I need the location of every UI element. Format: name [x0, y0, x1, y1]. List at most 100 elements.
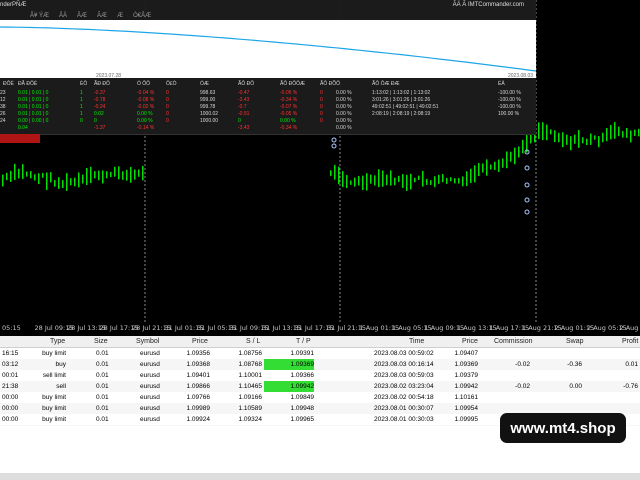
panel-tab-2[interactable]: ÂÆ [77, 13, 87, 19]
order-cell-cur-price: 1.09407 [454, 350, 479, 357]
alert-marker [0, 134, 40, 143]
candle [122, 171, 124, 180]
col-price[interactable]: Price [192, 338, 208, 345]
stats-header-4: Ó ÔÔ [137, 81, 151, 87]
order-cell-type: buy [55, 361, 66, 368]
candle [550, 129, 552, 135]
stats-header-2: ÈÔ [80, 81, 88, 87]
candle [2, 174, 4, 187]
stats-cell: -0.05 % [280, 111, 298, 117]
order-cell-symbol: eurusd [140, 361, 160, 368]
stats-header-9: ÃÔ ÐÕÔ [320, 81, 341, 87]
order-cell-tp: 1.09391 [290, 350, 315, 357]
candle [414, 177, 416, 183]
stats-cell: 0 [166, 111, 169, 117]
candle [638, 128, 640, 137]
time-axis-label: 2 Aug 09:15 [619, 324, 640, 332]
candle [54, 180, 56, 187]
stats-cell: -0.34 % [280, 97, 298, 103]
stats-cell: -3.43 [238, 97, 250, 103]
col-symbol[interactable]: Symbol [136, 338, 159, 345]
order-row[interactable]: 00:00 buy limit 0.01 eurusd 1.09766 1.09166 1.… [0, 392, 640, 403]
candle [458, 178, 460, 184]
stats-cell: 0 [166, 118, 169, 124]
order-row[interactable]: 16:15 buy limit 0.01 eurusd 1.09356 1.08756 1.… [0, 348, 640, 359]
order-cell-tp: 1.09948 [290, 405, 315, 412]
order-row[interactable]: 03:12 buy 0.01 eurusd 1.09368 1.08768 1.09369 2… [0, 359, 640, 370]
stats-cell: 0.01 | 0.01 | 0 [18, 104, 49, 110]
candle [406, 174, 408, 191]
stats-cell: 1 [80, 111, 83, 117]
order-cell-ticket: 00:00 [2, 394, 19, 401]
stats-cell: 0 [320, 97, 323, 103]
candle [38, 173, 40, 185]
col-swap[interactable]: Swap [566, 338, 584, 345]
stats-header-3: ÃÐ ÐÔ [94, 81, 110, 87]
candle [26, 171, 28, 177]
candle [358, 176, 360, 186]
stats-cell: -3.43 [238, 125, 250, 131]
candle [502, 158, 504, 168]
col-size[interactable]: Size [94, 338, 108, 345]
stats-cell: 1 [80, 90, 83, 96]
order-marker [331, 137, 337, 143]
col-commission[interactable]: Commission [494, 338, 533, 345]
stats-cell: -100.00 % [498, 104, 521, 110]
candle [422, 170, 424, 187]
panel-tab-5[interactable]: Ó€ÂÆ [133, 13, 151, 19]
order-cell-symbol: eurusd [140, 405, 160, 412]
order-marker [524, 165, 530, 171]
panel-tab-0[interactable]: Â¥ ÝÆ [30, 13, 49, 19]
candle [606, 128, 608, 142]
order-cell-size: 0.01 [96, 416, 109, 423]
order-cell-price: 1.09356 [186, 350, 211, 357]
stats-cell: -0.02 % [137, 104, 155, 110]
order-cell-symbol: eurusd [140, 372, 160, 379]
order-row[interactable]: 21:38 sell 0.01 eurusd 1.09866 1.10465 1.09942… [0, 381, 640, 392]
stats-cell: 1000.00 [200, 118, 219, 124]
stats-cell: 0.00 % [336, 90, 352, 96]
stats-cell: 0.00 % [137, 118, 153, 124]
order-cell-symbol: eurusd [140, 394, 160, 401]
panel-brand: ÃÄ Ã IMTCommander.com [452, 2, 524, 8]
stats-cell: -0.14 % [137, 125, 155, 131]
candle [370, 174, 372, 184]
candle [446, 177, 448, 184]
order-cell-time: 2023.08.01 00:30:03 [374, 416, 434, 423]
order-cell-ticket: 00:01 [2, 372, 19, 379]
order-cell-type: buy limit [42, 394, 66, 401]
order-cell-type: buy limit [42, 416, 66, 423]
stats-cell: 0.00 % [336, 97, 352, 103]
candle [18, 168, 20, 179]
candle [530, 133, 532, 144]
candle [102, 170, 104, 184]
candle [554, 130, 556, 142]
col-profit[interactable]: Profit [622, 338, 638, 345]
stats-row: 0.04 -1.37 -0.14 % -3.43 -0.34 % 0.00 % [0, 125, 536, 132]
panel-tab-1[interactable]: ÂÄ [59, 13, 67, 19]
col-tp[interactable]: T / P [296, 338, 311, 345]
stats-cell: 0.02 [94, 111, 104, 117]
panel-tab-3[interactable]: ÃÆ [97, 13, 107, 19]
candle [482, 163, 484, 173]
candle [390, 170, 392, 186]
stats-cell: -0.07 % [280, 104, 298, 110]
panel-tab-4[interactable]: Æ [117, 13, 123, 19]
candle [426, 178, 428, 185]
col-time[interactable]: Time [409, 338, 424, 345]
candle [618, 126, 620, 137]
col-type[interactable]: Type [50, 338, 65, 345]
candle [558, 132, 560, 143]
stats-cell: -0.37 [94, 90, 106, 96]
order-cell-cur-price: 1.09379 [454, 372, 479, 379]
candle [574, 134, 576, 144]
stats-cell: 1000.02 [200, 111, 219, 117]
order-row[interactable]: 00:01 sell limit 0.01 eurusd 1.09401 1.10001 1… [0, 370, 640, 381]
candle [134, 169, 136, 180]
col-sl[interactable]: S / L [246, 338, 260, 345]
candle [22, 164, 24, 180]
col-cur-price[interactable]: Price [462, 338, 478, 345]
candle [434, 176, 436, 188]
candle [382, 170, 384, 187]
stats-cell: 24 [0, 118, 6, 124]
